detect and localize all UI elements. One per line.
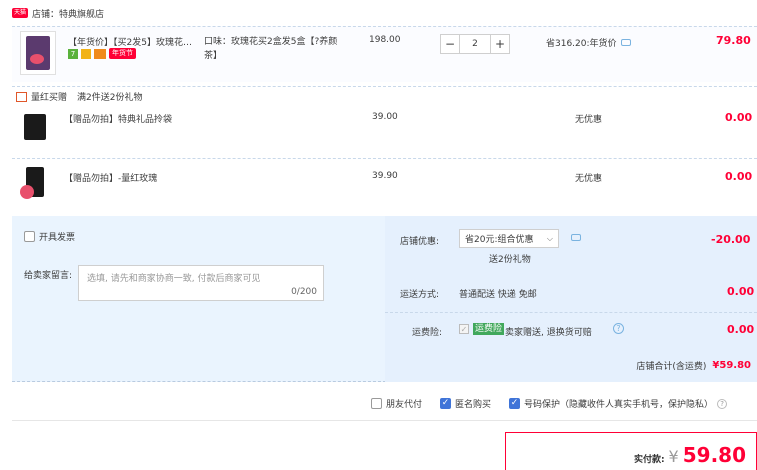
subtotal-row: 店铺合计(含运费) ¥59.80 [12,350,757,380]
shop-discount-value: 省20元:组合优惠 [465,235,534,245]
pay-amount: 59.80 [682,443,746,467]
gift-icon [16,91,27,102]
number-protect-checkbox[interactable]: ✓ [509,398,521,409]
help-icon[interactable]: ? [613,323,624,334]
shop-discount-amount: -20.00 [711,233,751,246]
gift-title[interactable]: 【赠品勿拍】-量红玫瑰 [64,171,157,184]
divider [12,420,757,421]
payment-summary: 实付款: ¥ 59.80 [505,432,757,470]
shop-name[interactable]: 店铺：特典旗舰店 [32,7,104,20]
insurance-checkbox: ✓ [459,324,469,334]
chat-icon[interactable] [620,39,631,46]
number-protect-label: 号码保护（隐藏收件人真实手机号，保护隐私） [524,400,714,410]
pay-label: 实付款: [633,455,665,465]
pay-currency: ¥ [668,447,679,466]
chat-icon[interactable] [571,234,581,241]
anonymous-checkbox[interactable]: ✓ [440,398,452,409]
message-placeholder: 选填, 请先和商家协商一致, 付款后商家可见 [87,274,261,284]
invoice-checkbox[interactable] [24,231,35,242]
main-item-row: 【年货价】【买2发5】玫瑰花… 7 年货节 口味：玫瑰花买2盒发5盒【?养颜茶】… [12,26,757,82]
shipping-value: 普通配送 快递 免邮 [459,290,537,300]
gift-price: 39.00 [372,112,398,122]
saved-text: 省316.20:年货价 [546,39,617,49]
shop-discount-select[interactable]: 省20元:组合优惠 ⌵ [459,229,559,248]
friend-pay-label: 朋友代付 [386,400,423,410]
insurance-text: 卖家赠送, 退换货可赔 [505,328,592,338]
saved-amount: 省316.20:年货价 [546,36,631,49]
tmall-badge: 天猫 [12,8,29,18]
promo-label: 量红买赠 [31,93,68,103]
shipping-label: 运送方式: [400,290,440,300]
gift-note: 送2份礼物 [489,255,531,265]
invoice-option[interactable]: 开具发票 [24,230,75,243]
anonymous-option[interactable]: ✓ 匿名购买 [440,397,491,410]
gift-total: 0.00 [725,170,753,183]
guarantee-icon [81,48,91,59]
info-icon[interactable]: ? [717,398,728,409]
gift-title[interactable]: 【赠品勿拍】特典礼品拎袋 [64,112,172,125]
gift-row: 【赠品勿拍】-量红玫瑰 39.90 无优惠 0.00 [12,158,757,210]
subtotal-amount: ¥59.80 [712,359,751,371]
gift-rose-thumbnail[interactable] [20,167,46,201]
message-counter: 0/200 [291,287,317,297]
number-protect-option[interactable]: ✓ 号码保护（隐藏收件人真实手机号，保护隐私） ? [509,397,728,410]
shop-header: 天猫 店铺：特典旗舰店 [12,6,104,20]
increase-button[interactable]: + [490,34,510,54]
service-icons: 7 年货节 [68,48,136,59]
pay-amount-row: 实付款: ¥ 59.80 [634,443,746,467]
subtotal-label: 店铺合计(含运费) [636,361,707,372]
insurance-row: 运费险: ✓ 运费险 卖家赠送, 退换货可赔 ? 0.00 [385,312,757,342]
invoice-label: 开具发票 [39,233,76,243]
checkout-options: 朋友代付 ✓ 匿名购买 ✓ 号码保护（隐藏收件人真实手机号，保护隐私） ? [371,397,728,410]
insurance-amount: 0.00 [727,323,755,336]
promo-desc: 满2件送2份礼物 [77,93,143,103]
message-label: 给卖家留言: [24,271,73,281]
friend-pay-checkbox[interactable] [371,398,382,409]
year-tag: 年货节 [109,48,136,59]
product-attrs: 口味：玫瑰花买2盒发5盒【?养颜茶】 [204,37,338,61]
gift-price: 39.90 [372,171,398,181]
chevron-down-icon: ⌵ [546,233,553,243]
friend-pay-option[interactable]: 朋友代付 [371,397,422,410]
seven-day-icon: 7 [68,48,78,59]
gift-discount: 无优惠 [575,115,603,125]
message-textarea[interactable]: 选填, 请先和商家协商一致, 付款后商家可见 0/200 [78,265,324,301]
shop-discount-label: 店铺优惠: [400,237,440,247]
gift-discount: 无优惠 [575,174,603,184]
quantity-input[interactable]: 2 [460,34,490,54]
quantity-stepper[interactable]: − 2 + [440,34,510,54]
insurance-badge: 运费险 [473,323,505,335]
product-thumbnail[interactable] [20,31,56,75]
gift-row: 【赠品勿拍】特典礼品拎袋 39.00 无优惠 0.00 [12,108,757,156]
anonymous-label: 匿名购买 [455,400,492,410]
item-total: 79.80 [716,34,751,47]
card-icon [94,48,106,59]
gift-bag-thumbnail[interactable] [24,114,46,140]
unit-price: 198.00 [369,35,401,45]
promo-row: 量红买赠 满2件送2份礼物 [12,86,757,106]
shipping-amount: 0.00 [727,285,755,298]
product-title[interactable]: 【年货价】【买2发5】玫瑰花… [68,35,198,48]
decrease-button[interactable]: − [440,34,460,54]
insurance-label: 运费险: [412,328,443,338]
gift-total: 0.00 [725,111,753,124]
